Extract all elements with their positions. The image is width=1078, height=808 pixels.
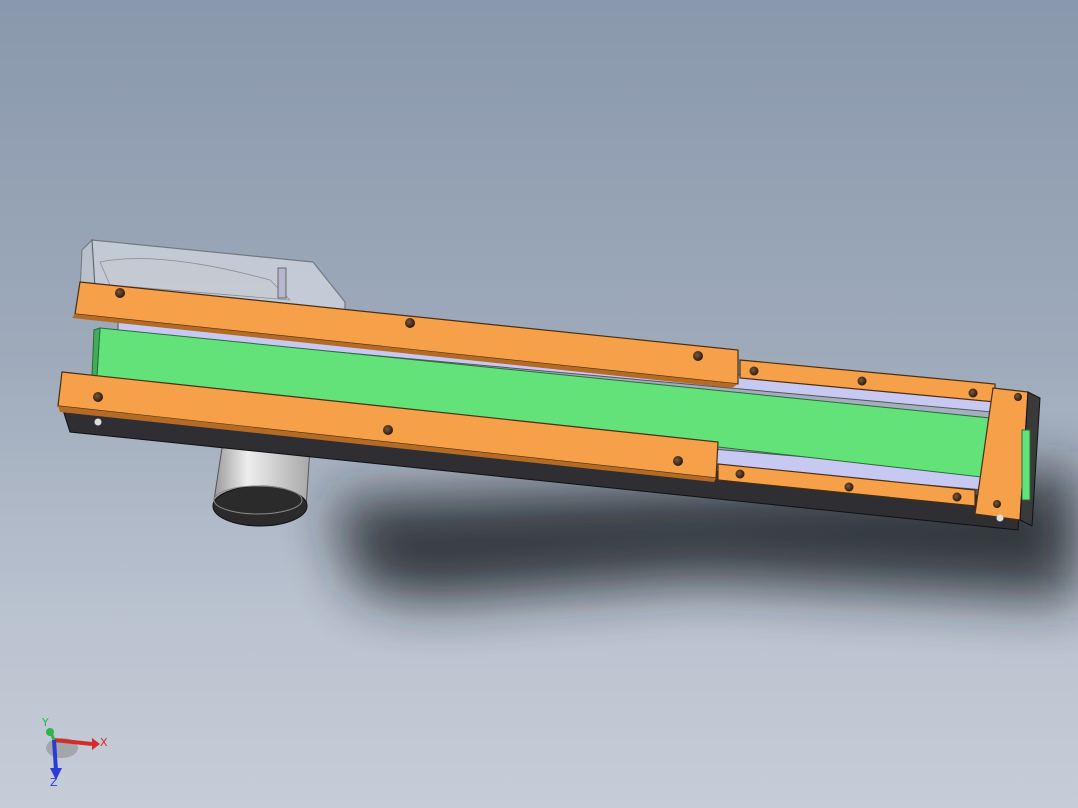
3d-model-viewport[interactable]: X Y Z [0,0,1078,808]
end-plate-slot [1021,429,1031,501]
socket-head-screw-icon [952,492,962,502]
triad-z-label: Z [50,776,58,789]
socket-head-screw-icon [735,469,745,479]
socket-head-screw-icon [857,376,867,386]
tension-pin [277,267,287,299]
socket-head-screw-icon [968,388,978,398]
motor-cylinder[interactable] [212,447,311,527]
socket-head-screw-icon [693,351,703,361]
triad-z-axis [52,739,58,771]
socket-head-screw-icon [405,318,415,328]
triad-y-label: Y [41,716,49,729]
socket-head-screw-icon [1014,393,1022,401]
conveyor-model-scene[interactable]: X Y Z [0,0,1078,808]
triad-x-label: X [100,736,108,749]
socket-head-screw-icon [749,366,759,376]
socket-head-screw-icon [93,392,103,402]
socket-head-screw-icon [94,418,102,426]
socket-head-screw-icon [383,425,393,435]
socket-head-screw-icon [115,288,125,298]
socket-head-screw-icon [673,456,683,466]
socket-head-screw-icon [996,514,1004,522]
triad-y-ball-icon [46,728,54,736]
view-orientation-triad[interactable]: X Y Z [41,716,108,789]
triad-x-arrow-icon [92,738,100,750]
socket-head-screw-icon [993,500,1001,508]
socket-head-screw-icon [844,482,854,492]
